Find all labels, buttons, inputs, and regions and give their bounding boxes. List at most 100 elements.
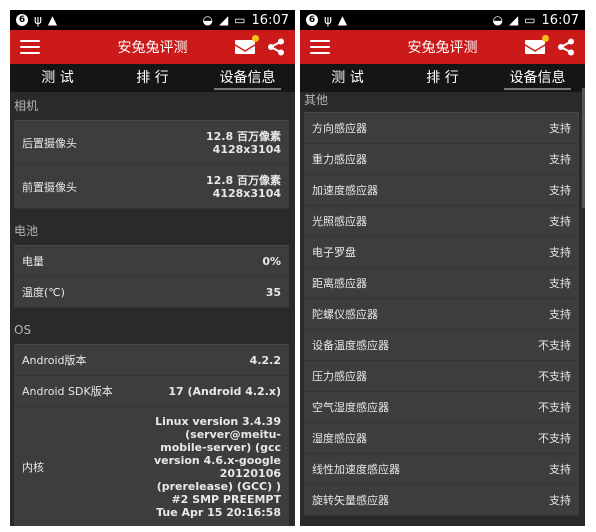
sensor-support-value: 支持: [549, 152, 571, 166]
row-value: 35: [265, 285, 281, 299]
menu-icon[interactable]: [310, 40, 330, 54]
os-card: Android版本 4.2.2 Android SDK版本 17 (Androi…: [14, 344, 289, 526]
list-item: 旋转矢量感应器 支持: [304, 485, 579, 516]
status-bar: 6 ψ ▲ ◒ ◢ ▭ 16:07: [300, 10, 585, 30]
row-value: 17 (Android 4.2.x): [168, 384, 281, 398]
sensor-label: 湿度感应器: [312, 432, 367, 445]
usb-icon: ψ: [324, 13, 332, 27]
notification-count-icon: 6: [16, 14, 28, 26]
sensor-label: 空气湿度感应器: [312, 401, 389, 414]
row-value: 12.8 百万像素 4128x3104: [206, 173, 281, 200]
list-item: 湿度感应器 不支持: [304, 423, 579, 454]
sensor-label: 陀螺仪感应器: [312, 308, 378, 321]
list-item: 距离感应器 支持: [304, 268, 579, 299]
camera-card: 后置摄像头 12.8 百万像素 4128x3104 前置摄像头 12.8 百万像…: [14, 120, 289, 209]
notification-count-icon: 6: [306, 14, 318, 26]
sensor-support-value: 支持: [549, 493, 571, 507]
list-item: 重力感应器 支持: [304, 144, 579, 175]
sensor-label: 加速度感应器: [312, 184, 378, 197]
warning-icon: ▲: [337, 13, 348, 27]
list-item: 电量 0%: [14, 246, 289, 277]
sensor-label: 旋转矢量感应器: [312, 494, 389, 507]
list-item: 压力感应器 不支持: [304, 361, 579, 392]
row-label: 后置摄像头: [22, 136, 77, 150]
status-time: 16:07: [251, 12, 289, 28]
battery-card: 电量 0% 温度(℃) 35: [14, 245, 289, 308]
row-value: 0%: [262, 254, 281, 268]
list-item: 后置摄像头 12.8 百万像素 4128x3104: [14, 121, 289, 165]
tab-device-info[interactable]: 设备信息: [200, 64, 295, 92]
sensor-list[interactable]: 其他 方向感应器 支持 重力感应器 支持 加速度感应器 支持 光照感应器 支持 电子罗盘 支持 距离…: [300, 88, 585, 526]
left-phone-screen: 6 ψ ▲ ◒ ◢ ▭ 16:07 安兔兔评测 测 试 排 行 设备信息 相机: [10, 10, 295, 526]
row-label: 前置摄像头: [22, 180, 77, 194]
usb-icon: ψ: [34, 13, 42, 27]
sensors-card: 方向感应器 支持 重力感应器 支持 加速度感应器 支持 光照感应器 支持 电子罗盘 支持 距离感应器…: [304, 112, 579, 516]
share-icon[interactable]: [267, 38, 285, 56]
signal-icon: ◢: [218, 13, 229, 27]
sensor-label: 压力感应器: [312, 370, 367, 383]
tab-test[interactable]: 测 试: [10, 64, 105, 92]
list-item: 电子罗盘 支持: [304, 237, 579, 268]
scrollbar[interactable]: [582, 88, 585, 208]
app-bar: 安兔兔评测: [10, 30, 295, 64]
warning-icon: ▲: [47, 13, 58, 27]
kernel-version-value: Linux version 3.4.39 (server@meitu- mobi…: [153, 414, 281, 519]
list-item: 线性加速度感应器 支持: [304, 454, 579, 485]
sensor-support-value: 支持: [549, 307, 571, 321]
sensor-support-value: 不支持: [538, 431, 571, 445]
list-item: Android版本 4.2.2: [14, 345, 289, 376]
sensor-support-value: 支持: [549, 121, 571, 135]
sensor-support-value: 支持: [549, 214, 571, 228]
section-title-os: OS: [14, 323, 32, 337]
sensor-support-value: 支持: [549, 462, 571, 476]
unread-dot: [542, 35, 549, 42]
sensor-support-value: 不支持: [538, 400, 571, 414]
status-time: 16:07: [541, 12, 579, 28]
mail-icon[interactable]: [525, 35, 549, 54]
sensor-label: 电子罗盘: [312, 246, 356, 259]
menu-icon[interactable]: [20, 40, 40, 54]
wifi-icon: ◒: [492, 13, 503, 27]
section-title-battery: 电池: [14, 224, 39, 238]
sensor-support-value: 不支持: [538, 338, 571, 352]
sensor-support-value: 支持: [549, 183, 571, 197]
share-icon[interactable]: [557, 38, 575, 56]
list-item: 加速度感应器 支持: [304, 175, 579, 206]
row-label: Android版本: [22, 354, 87, 367]
sensor-label: 线性加速度感应器: [312, 463, 400, 476]
list-item: 方向感应器 支持: [304, 113, 579, 144]
list-item: 内核 Linux version 3.4.39 (server@meitu- m…: [14, 407, 289, 526]
row-label: Android SDK版本: [22, 385, 113, 398]
row-label: 电量: [22, 255, 44, 268]
right-phone-screen: 6 ψ ▲ ◒ ◢ ▭ 16:07 安兔兔评测 测 试 排 行 设备信息 其他 …: [300, 10, 585, 526]
list-item: 空气湿度感应器 不支持: [304, 392, 579, 423]
tab-ranking[interactable]: 排 行: [105, 64, 200, 92]
list-item: 温度(℃) 35: [14, 277, 289, 308]
device-info-list[interactable]: 相机 后置摄像头 12.8 百万像素 4128x3104 前置摄像头 12.8 …: [10, 92, 295, 526]
wifi-icon: ◒: [202, 13, 213, 27]
list-item: 设备温度感应器 不支持: [304, 330, 579, 361]
tab-bar: 测 试 排 行 设备信息: [10, 64, 295, 92]
battery-icon: ▭: [234, 13, 246, 27]
mail-icon[interactable]: [235, 35, 259, 54]
signal-icon: ◢: [508, 13, 519, 27]
section-title-camera: 相机: [14, 99, 39, 113]
list-item: 陀螺仪感应器 支持: [304, 299, 579, 330]
sensor-support-value: 支持: [549, 276, 571, 290]
unread-dot: [252, 35, 259, 42]
sensor-support-value: 不支持: [538, 369, 571, 383]
row-label: 内核: [22, 460, 44, 474]
app-bar: 安兔兔评测: [300, 30, 585, 64]
sensor-label: 方向感应器: [312, 122, 367, 135]
sensor-support-value: 支持: [549, 245, 571, 259]
status-bar: 6 ψ ▲ ◒ ◢ ▭ 16:07: [10, 10, 295, 30]
list-item: 前置摄像头 12.8 百万像素 4128x3104: [14, 165, 289, 209]
row-value: 12.8 百万像素 4128x3104: [206, 129, 281, 156]
list-item: Android SDK版本 17 (Android 4.2.x): [14, 376, 289, 407]
section-title-other: 其他: [304, 93, 329, 107]
sensor-label: 重力感应器: [312, 153, 367, 166]
battery-icon: ▭: [524, 13, 536, 27]
list-item: 光照感应器 支持: [304, 206, 579, 237]
row-label: 温度(℃): [22, 286, 65, 299]
row-value: 4.2.2: [249, 353, 281, 367]
